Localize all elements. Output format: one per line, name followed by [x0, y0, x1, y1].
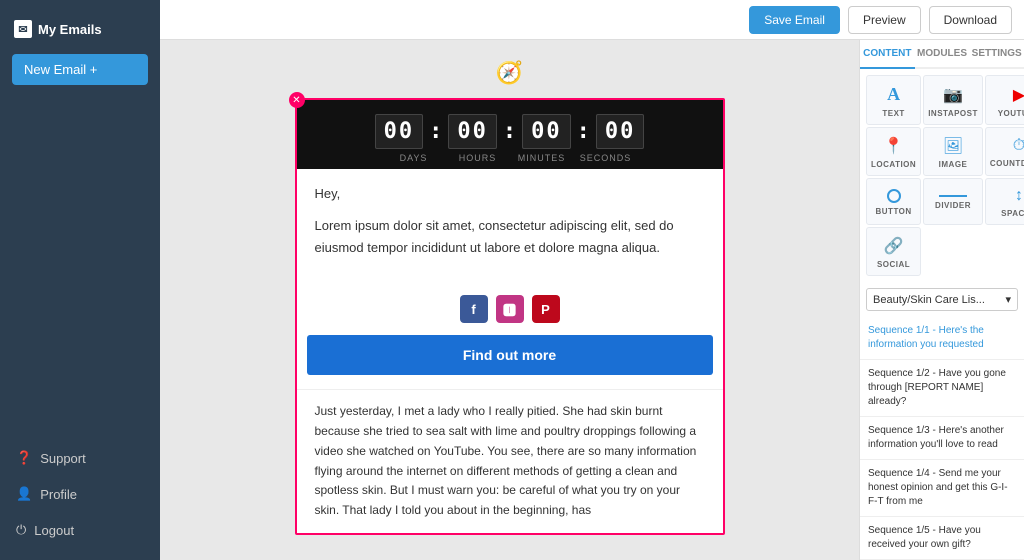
- sidebar: My Emails New Email + ❓ Support 👤 Profil…: [0, 0, 160, 560]
- save-email-button[interactable]: Save Email: [749, 6, 840, 34]
- email-body-text: Lorem ipsum dolor sit amet, consectetur …: [315, 215, 705, 259]
- sequence-dropdown[interactable]: Beauty/Skin Care Lis... ▾: [866, 288, 1018, 311]
- pinterest-icon[interactable]: P: [532, 295, 560, 323]
- block-label-location: LOCATION: [871, 160, 916, 169]
- email-greeting: Hey,: [315, 183, 705, 205]
- youtube-icon: ▶: [1013, 85, 1024, 105]
- block-label-spacer: SPACER: [1001, 209, 1024, 218]
- label-hours: HOURS: [446, 153, 510, 163]
- block-spacer[interactable]: ↕ SPACER: [985, 178, 1024, 225]
- camera-icon: 📷: [943, 85, 963, 105]
- email-icon: [14, 20, 32, 38]
- countdown-timer: 00 : 00 : 00 : 00: [307, 114, 713, 149]
- block-label-social: SOCIAL: [877, 260, 910, 269]
- cta-button[interactable]: Find out more: [307, 335, 713, 375]
- spacer-icon: ↕: [1015, 187, 1023, 205]
- tab-modules[interactable]: MODULES: [915, 40, 970, 69]
- block-social[interactable]: 🔗 SOCIAL: [866, 227, 921, 276]
- block-location[interactable]: 📍 LOCATION: [866, 127, 921, 176]
- facebook-icon[interactable]: f: [460, 295, 488, 323]
- countdown-minutes: 00: [522, 114, 571, 149]
- block-label-divider: DIVIDER: [935, 201, 971, 210]
- download-button[interactable]: Download: [929, 6, 1012, 34]
- countdown-seconds: 00: [596, 114, 645, 149]
- sidebar-label-logout: Logout: [34, 523, 74, 538]
- chevron-down-icon: ▾: [1005, 293, 1011, 306]
- block-label-button: BUTTON: [876, 207, 912, 216]
- sidebar-label-profile: Profile: [40, 487, 77, 502]
- label-seconds: SECONDS: [574, 153, 638, 163]
- location-icon: 📍: [884, 136, 904, 156]
- email-body: Hey, Lorem ipsum dolor sit amet, consect…: [297, 169, 723, 283]
- block-label-image: IMAGE: [939, 160, 968, 169]
- countdown-sep-3: :: [577, 119, 590, 144]
- logout-icon: ⏻: [16, 522, 26, 538]
- main-area: Save Email Preview Download 🧭 ✕ 00 : 00 …: [160, 0, 1024, 560]
- image-icon: 🖼: [943, 136, 963, 156]
- sidebar-item-logout[interactable]: ⏻ Logout: [0, 512, 160, 548]
- block-label-countdown: COUNTDOWN: [990, 159, 1024, 168]
- block-youtube[interactable]: ▶ YOUTUBE: [985, 75, 1024, 125]
- countdown-labels: DAYS HOURS MINUTES SECONDS: [307, 153, 713, 163]
- sidebar-logo-label: My Emails: [38, 22, 102, 37]
- profile-icon: 👤: [16, 486, 32, 502]
- social-icon: 🔗: [884, 236, 904, 256]
- canvas-wrapper: 🧭 ✕ 00 : 00 : 00 : 00 DAYS: [160, 40, 859, 560]
- compass-icon: 🧭: [496, 60, 523, 86]
- blocks-grid: A TEXT 📷 INSTAPOST ▶ YOUTUBE 📍 LOCATION …: [860, 69, 1024, 282]
- label-days: DAYS: [382, 153, 446, 163]
- countdown-sep-2: :: [503, 119, 516, 144]
- block-countdown[interactable]: ⏱ COUNTDOWN: [985, 127, 1024, 176]
- sidebar-label-support: Support: [40, 451, 86, 466]
- sequence-item-1[interactable]: Sequence 1/2 - Have you gone through [RE…: [860, 360, 1024, 417]
- support-icon: ❓: [16, 450, 32, 466]
- block-instapost[interactable]: 📷 INSTAPOST: [923, 75, 983, 125]
- countdown-block: 00 : 00 : 00 : 00 DAYS HOURS MINUTES SEC…: [297, 100, 723, 169]
- preview-button[interactable]: Preview: [848, 6, 921, 34]
- sequence-list: Sequence 1/1 - Here's the information yo…: [860, 317, 1024, 560]
- sidebar-logo: My Emails: [0, 12, 160, 54]
- block-text[interactable]: A TEXT: [866, 75, 921, 125]
- new-email-button[interactable]: New Email +: [12, 54, 148, 85]
- sequence-item-0[interactable]: Sequence 1/1 - Here's the information yo…: [860, 317, 1024, 360]
- topbar: Save Email Preview Download: [160, 0, 1024, 40]
- block-label-youtube: YOUTUBE: [998, 109, 1024, 118]
- sidebar-item-profile[interactable]: 👤 Profile: [0, 476, 160, 512]
- countdown-hours: 00: [448, 114, 497, 149]
- label-minutes: MINUTES: [510, 153, 574, 163]
- sequence-item-2[interactable]: Sequence 1/3 - Here's another informatio…: [860, 417, 1024, 460]
- right-panel: CONTENT MODULES SETTINGS A TEXT 📷 INSTAP…: [859, 40, 1024, 560]
- block-label-instapost: INSTAPOST: [928, 109, 978, 118]
- email-article-text: Just yesterday, I met a lady who I reall…: [297, 389, 723, 533]
- countdown-sep-1: :: [429, 119, 442, 144]
- tab-settings[interactable]: SETTINGS: [969, 40, 1024, 69]
- email-canvas: ✕ 00 : 00 : 00 : 00 DAYS HOURS: [295, 98, 725, 535]
- sequence-dropdown-label: Beauty/Skin Care Lis...: [873, 294, 985, 306]
- sequence-item-3[interactable]: Sequence 1/4 - Send me your honest opini…: [860, 460, 1024, 517]
- countdown-days: 00: [375, 114, 424, 149]
- social-icons-row: f 🅸 P: [297, 295, 723, 323]
- countdown-icon: ⏱: [1013, 137, 1024, 155]
- panel-tabs: CONTENT MODULES SETTINGS: [860, 40, 1024, 69]
- button-icon: [887, 189, 901, 203]
- sidebar-item-support[interactable]: ❓ Support: [0, 440, 160, 476]
- tab-content[interactable]: CONTENT: [860, 40, 915, 69]
- remove-block-button[interactable]: ✕: [289, 92, 305, 108]
- block-label-text: TEXT: [882, 109, 904, 118]
- text-icon: A: [887, 84, 900, 105]
- block-button[interactable]: BUTTON: [866, 178, 921, 225]
- sequence-item-4[interactable]: Sequence 1/5 - Have you received your ow…: [860, 517, 1024, 560]
- divider-icon: [939, 195, 967, 197]
- block-image[interactable]: 🖼 IMAGE: [923, 127, 983, 176]
- content-area: 🧭 ✕ 00 : 00 : 00 : 00 DAYS: [160, 40, 1024, 560]
- block-divider[interactable]: DIVIDER: [923, 178, 983, 225]
- instagram-icon[interactable]: 🅸: [496, 295, 524, 323]
